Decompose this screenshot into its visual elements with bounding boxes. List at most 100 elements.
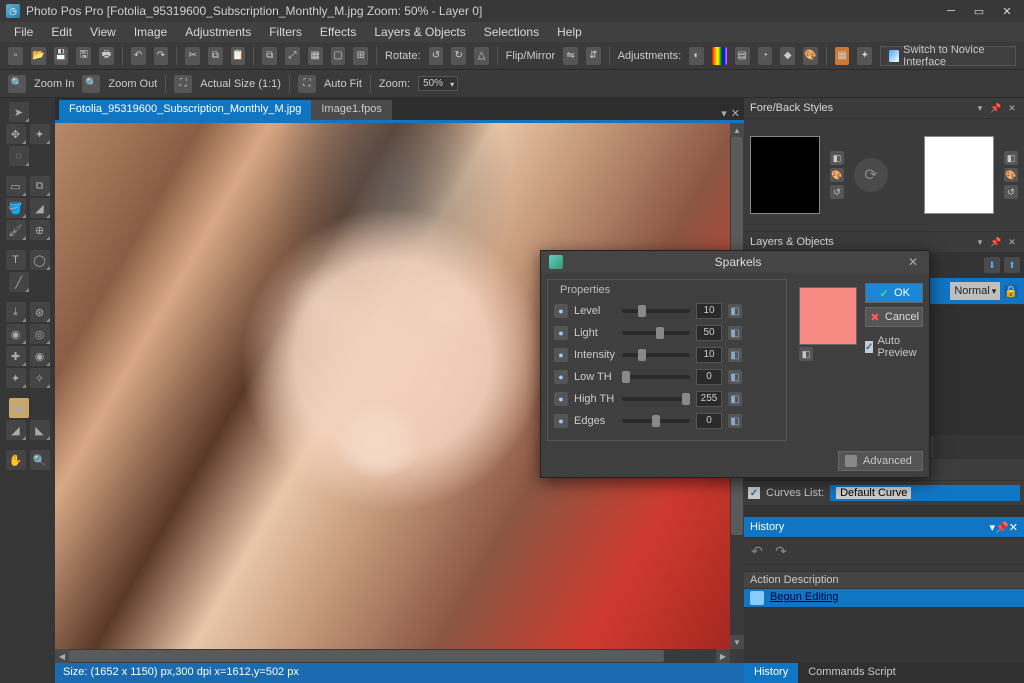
color-adjust-icon[interactable]: ◧ bbox=[830, 151, 844, 165]
wand-tool-icon[interactable]: ✦ bbox=[30, 124, 50, 144]
brush-tool-icon[interactable]: 🖌 bbox=[6, 220, 26, 240]
scroll-down-icon[interactable]: ▼ bbox=[730, 635, 744, 649]
fx2-icon[interactable]: ✦ bbox=[857, 47, 872, 65]
pin-icon[interactable]: 📌 bbox=[990, 236, 1002, 248]
slider[interactable] bbox=[622, 353, 690, 357]
scroll-thumb[interactable] bbox=[69, 650, 664, 662]
tab-close-icon[interactable]: ✕ bbox=[731, 107, 740, 120]
flip-v-icon[interactable]: ⇵ bbox=[586, 47, 601, 65]
zoom-out-label[interactable]: Zoom Out bbox=[108, 78, 157, 90]
close-button[interactable]: ✕ bbox=[996, 4, 1018, 18]
scroll-track[interactable] bbox=[69, 649, 716, 663]
slider-thumb[interactable] bbox=[656, 327, 664, 339]
tab-history[interactable]: History bbox=[744, 663, 798, 683]
dialog-titlebar[interactable]: Sparkels ✕ bbox=[541, 251, 929, 273]
scroll-up-icon[interactable]: ▲ bbox=[730, 123, 744, 137]
redo-icon[interactable]: ↷ bbox=[154, 47, 169, 65]
color-reset-icon[interactable]: ↺ bbox=[1004, 185, 1018, 199]
zoom-select[interactable]: 50% ▾ bbox=[418, 76, 458, 91]
eraser-tool-icon[interactable]: ▬ bbox=[9, 398, 29, 418]
pointer-tool-icon[interactable]: ➤ bbox=[9, 102, 29, 122]
cancel-button[interactable]: ✖Cancel bbox=[865, 307, 923, 327]
color-picker-icon[interactable]: 🎨 bbox=[830, 168, 844, 182]
eyedropper-tool-icon[interactable]: ⤓ bbox=[6, 302, 26, 322]
clone-tool-icon[interactable]: ⊕ bbox=[30, 220, 50, 240]
document-tab-1[interactable]: Fotolia_95319600_Subscription_Monthly_M.… bbox=[59, 100, 311, 120]
tab-commands-script[interactable]: Commands Script bbox=[798, 663, 905, 683]
sharpen-icon[interactable]: ◆ bbox=[780, 47, 795, 65]
text-tool-icon[interactable]: T bbox=[6, 250, 26, 270]
chevron-down-icon[interactable]: ▾ bbox=[974, 102, 986, 114]
expand-icon[interactable]: ◧ bbox=[728, 326, 742, 340]
pin-icon[interactable]: 📌 bbox=[995, 521, 1009, 534]
export-icon[interactable]: 🖫 bbox=[76, 47, 91, 65]
slider-thumb[interactable] bbox=[652, 415, 660, 427]
slider-thumb[interactable] bbox=[622, 371, 630, 383]
pin-icon[interactable]: 📌 bbox=[990, 102, 1002, 114]
menu-filters[interactable]: Filters bbox=[261, 23, 310, 41]
grid-icon[interactable]: ⊞ bbox=[353, 47, 368, 65]
zoom-out-icon[interactable]: 🔍 bbox=[82, 75, 100, 93]
foreback-panel-header[interactable]: Fore/Back Styles ▾ 📌 ✕ bbox=[744, 98, 1024, 118]
preview-adjust-icon[interactable]: ◧ bbox=[799, 347, 813, 361]
chevron-down-icon[interactable]: ▾ bbox=[974, 236, 986, 248]
background-swatch[interactable] bbox=[924, 136, 994, 214]
levels-icon[interactable]: ▤ bbox=[735, 47, 750, 65]
undo-icon[interactable]: ↶ bbox=[748, 542, 766, 560]
blend-lock-icon[interactable]: 🔒 bbox=[1004, 285, 1018, 298]
zoom-tool-icon[interactable]: 🔍 bbox=[30, 450, 50, 470]
marquee-tool-icon[interactable]: ▭ bbox=[6, 176, 26, 196]
cut-icon[interactable]: ✂ bbox=[185, 47, 200, 65]
color-picker-icon[interactable]: 🎨 bbox=[1004, 168, 1018, 182]
prop-value-input[interactable]: 255 bbox=[696, 391, 722, 407]
redo-icon[interactable]: ↷ bbox=[772, 542, 790, 560]
prop-value-input[interactable]: 10 bbox=[696, 303, 722, 319]
history-item[interactable]: Begun Editing bbox=[744, 589, 1024, 607]
rotate-left-icon[interactable]: ↺ bbox=[429, 47, 444, 65]
layer-down-icon[interactable]: ⬇ bbox=[984, 257, 1000, 273]
undo-icon[interactable]: ↶ bbox=[131, 47, 146, 65]
move-tool-icon[interactable]: ✥ bbox=[6, 124, 26, 144]
expand-icon[interactable]: ◧ bbox=[728, 392, 742, 406]
rotate-right-icon[interactable]: ↻ bbox=[451, 47, 466, 65]
maximize-button[interactable]: ▭ bbox=[968, 4, 990, 18]
expand-icon[interactable]: ◧ bbox=[728, 414, 742, 428]
auto-fit-icon[interactable]: ⛶ bbox=[298, 75, 316, 93]
close-icon[interactable]: ✕ bbox=[1009, 521, 1018, 534]
crop-icon[interactable]: ⧉ bbox=[262, 47, 277, 65]
copy-icon[interactable]: ⧉ bbox=[208, 47, 223, 65]
frame-icon[interactable]: ▢ bbox=[331, 47, 346, 65]
prop-value-input[interactable]: 50 bbox=[696, 325, 722, 341]
foreground-swatch[interactable] bbox=[750, 136, 820, 214]
ok-button[interactable]: ✓OK bbox=[865, 283, 923, 303]
hand-tool-icon[interactable]: ✋ bbox=[6, 450, 26, 470]
blur-tool-icon[interactable]: ◎ bbox=[30, 324, 50, 344]
slider[interactable] bbox=[622, 397, 690, 401]
new-icon[interactable]: ▫ bbox=[8, 47, 23, 65]
line-tool-icon[interactable]: ╱ bbox=[9, 272, 29, 292]
color-icon[interactable]: ◔ bbox=[758, 47, 773, 65]
advanced-button[interactable]: Advanced bbox=[838, 451, 923, 471]
lasso-tool-icon[interactable]: ◌ bbox=[9, 146, 29, 166]
menu-adjustments[interactable]: Adjustments bbox=[177, 23, 259, 41]
crop-tool-icon[interactable]: ⧉ bbox=[30, 176, 50, 196]
rotate-angle-icon[interactable]: △ bbox=[474, 47, 489, 65]
color-adjust-icon[interactable]: ◧ bbox=[1004, 151, 1018, 165]
slider[interactable] bbox=[622, 419, 690, 423]
zoom-in-icon[interactable]: 🔍 bbox=[8, 75, 26, 93]
paste-icon[interactable]: 📋 bbox=[231, 47, 246, 65]
menu-help[interactable]: Help bbox=[549, 23, 590, 41]
scroll-right-icon[interactable]: ▶ bbox=[716, 649, 730, 663]
curve-item[interactable]: Default Curve bbox=[830, 485, 1020, 501]
open-icon[interactable]: 📂 bbox=[31, 47, 46, 65]
layers-panel-header[interactable]: Layers & Objects ▾ 📌 ✕ bbox=[744, 232, 1024, 252]
tint-icon[interactable]: 🎨 bbox=[803, 47, 818, 65]
expand-icon[interactable]: ◧ bbox=[728, 370, 742, 384]
stamp-tool-icon[interactable]: ⊛ bbox=[30, 302, 50, 322]
document-tab-2[interactable]: Image1.fpos bbox=[311, 100, 392, 120]
canvas-icon[interactable]: ▦ bbox=[308, 47, 323, 65]
expand-icon[interactable]: ◧ bbox=[728, 304, 742, 318]
actual-size-icon[interactable]: ⛶ bbox=[174, 75, 192, 93]
expand-icon[interactable]: ◧ bbox=[728, 348, 742, 362]
swap-colors-icon[interactable]: ⟳ bbox=[854, 158, 888, 192]
